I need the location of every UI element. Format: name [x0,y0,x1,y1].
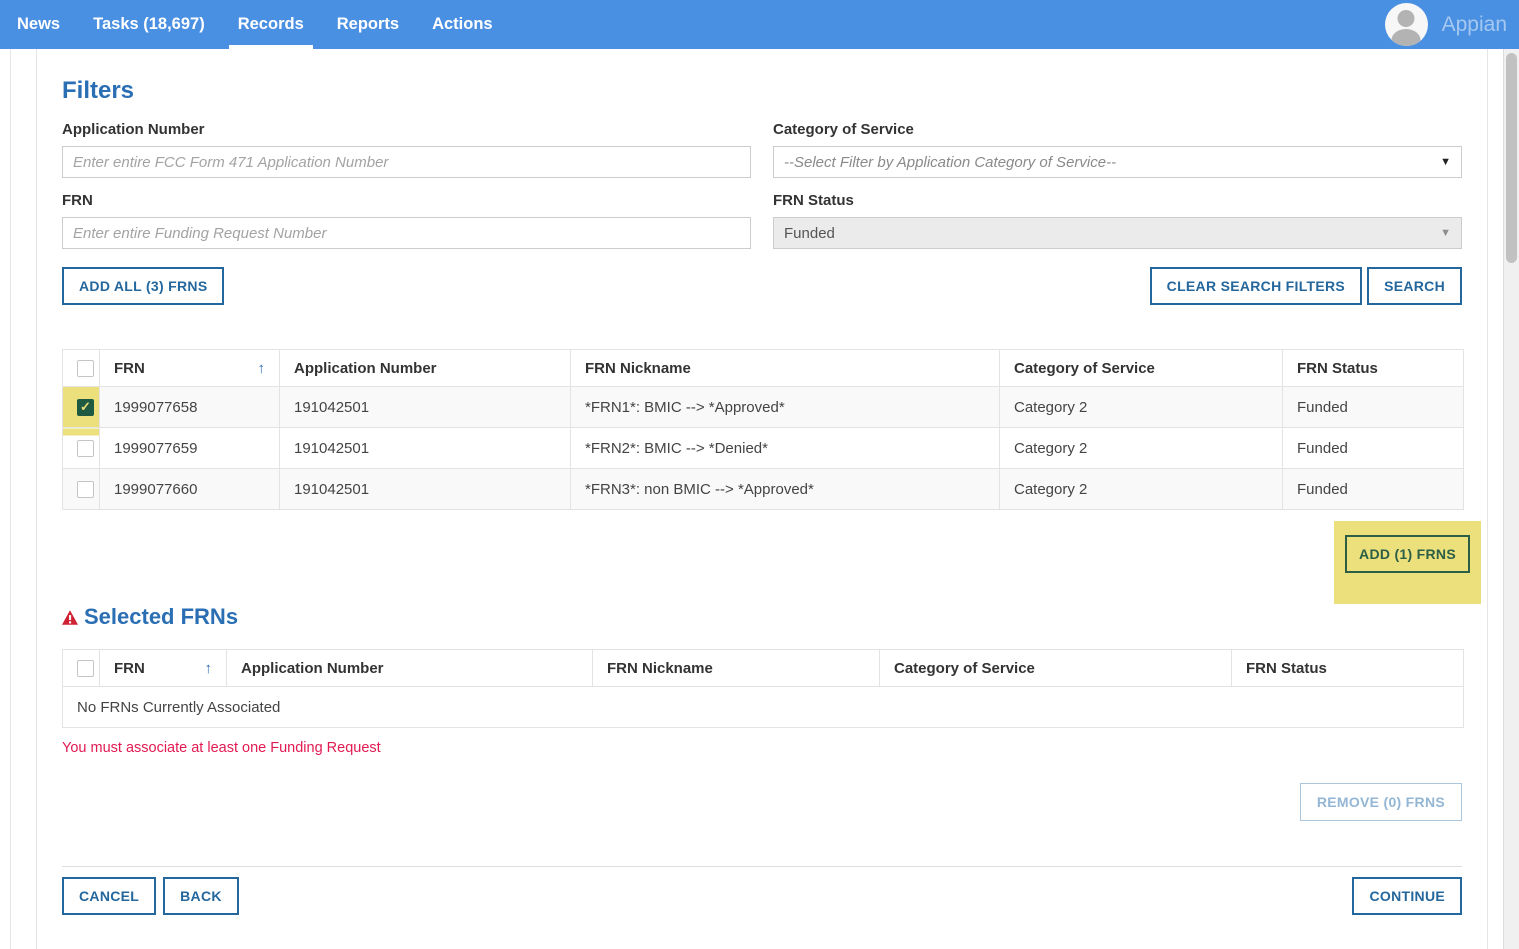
check-icon: ✓ [80,399,91,415]
column-header-frn-nickname[interactable]: FRN Nickname [571,350,1000,387]
continue-button[interactable]: CONTINUE [1352,877,1462,915]
appian-logo: Appian [1442,13,1511,37]
column-header-category-of-service[interactable]: Category of Service [880,650,1232,687]
sort-ascending-icon: ↑ [205,660,213,677]
column-header-frn-nickname[interactable]: FRN Nickname [593,650,880,687]
cell-frn: 1999077659 [100,428,280,469]
user-avatar[interactable] [1385,3,1428,46]
nav-item-reports[interactable]: Reports [337,0,399,49]
category-of-service-label: Category of Service [773,121,1462,138]
chevron-down-icon: ▼ [1440,156,1451,168]
cell-status: Funded [1283,469,1464,510]
results-header-row: FRN ↑ Application Number FRN Nickname Ca… [63,350,1464,387]
cell-category: Category 2 [1000,469,1283,510]
column-header-frn[interactable]: FRN ↑ [100,350,280,387]
validation-message: You must associate at least one Funding … [62,740,1462,756]
active-tab-underline [229,45,313,49]
row-checkbox-checked[interactable]: ✓ [77,399,94,416]
frn-status-label: FRN Status [773,192,1462,209]
select-all-checkbox[interactable] [77,660,94,677]
frn-input[interactable] [62,217,751,249]
avatar-person-icon [1392,29,1421,46]
column-header-frn-status[interactable]: FRN Status [1283,350,1464,387]
add-all-frns-button[interactable]: ADD ALL (3) FRNS [62,267,224,305]
select-all-checkbox[interactable] [77,360,94,377]
column-header-frn[interactable]: FRN ↑ [100,650,227,687]
cell-frn-nickname: *FRN2*: BMIC --> *Denied* [571,428,1000,469]
nav-item-news[interactable]: News [17,0,60,49]
application-number-label: Application Number [62,121,751,138]
column-header-frn-status[interactable]: FRN Status [1232,650,1464,687]
avatar-person-icon [1398,10,1415,27]
column-header-application-number[interactable]: Application Number [280,350,571,387]
search-button[interactable]: SEARCH [1367,267,1462,305]
nav-item-tasks[interactable]: Tasks (18,697) [93,0,205,49]
cell-frn: 1999077658 [100,387,280,428]
cell-frn-nickname: *FRN1*: BMIC --> *Approved* [571,387,1000,428]
selected-header-row: FRN ↑ Application Number FRN Nickname Ca… [63,650,1464,687]
record-frame: Filters Application Number Category of S… [10,49,1519,949]
filters-form: Application Number Category of Service -… [62,121,1462,249]
back-button[interactable]: BACK [163,877,239,915]
row-checkbox[interactable] [77,481,94,498]
scrollbar-thumb[interactable] [1506,53,1517,263]
frn-status-select: Funded ▼ [773,217,1462,249]
table-row: ✓ 1999077658 191042501 *FRN1*: BMIC --> … [63,387,1464,428]
frn-results-table: FRN ↑ Application Number FRN Nickname Ca… [62,349,1464,510]
row-checkbox[interactable] [77,440,94,457]
filters-heading: Filters [62,77,1462,105]
cell-application-number: 191042501 [280,428,571,469]
empty-state-message: No FRNs Currently Associated [63,687,1464,728]
top-nav: News Tasks (18,697) Records Reports Acti… [0,0,1519,49]
cancel-button[interactable]: CANCEL [62,877,156,915]
cell-category: Category 2 [1000,387,1283,428]
nav-item-records[interactable]: Records [238,0,304,49]
empty-row: No FRNs Currently Associated [63,687,1464,728]
nav-item-actions[interactable]: Actions [432,0,493,49]
selected-frns-heading: Selected FRNs [84,604,238,630]
cell-status: Funded [1283,387,1464,428]
table-row: 1999077659 191042501 *FRN2*: BMIC --> *D… [63,428,1464,469]
cell-application-number: 191042501 [280,469,571,510]
cell-category: Category 2 [1000,428,1283,469]
frn-status-value: Funded [784,225,835,242]
sort-ascending-icon: ↑ [258,360,266,377]
application-number-input[interactable] [62,146,751,178]
table-row: 1999077660 191042501 *FRN3*: non BMIC --… [63,469,1464,510]
column-header-category-of-service[interactable]: Category of Service [1000,350,1283,387]
remove-frns-button: REMOVE (0) FRNS [1300,783,1462,821]
clear-search-filters-button[interactable]: CLEAR SEARCH FILTERS [1150,267,1362,305]
divider [62,866,1462,867]
cell-frn-nickname: *FRN3*: non BMIC --> *Approved* [571,469,1000,510]
scrollbar[interactable] [1503,49,1519,949]
cell-frn: 1999077660 [100,469,280,510]
warning-icon [62,610,78,625]
selected-frns-table: FRN ↑ Application Number FRN Nickname Ca… [62,649,1464,728]
category-of-service-select[interactable]: --Select Filter by Application Category … [773,146,1462,178]
chevron-down-icon: ▼ [1440,227,1451,239]
cell-status: Funded [1283,428,1464,469]
content-card: Filters Application Number Category of S… [36,49,1488,949]
category-of-service-value: --Select Filter by Application Category … [784,154,1116,171]
column-header-application-number[interactable]: Application Number [227,650,593,687]
add-frns-button[interactable]: ADD (1) FRNS [1345,535,1470,573]
tutorial-highlight: ADD (1) FRNS [1334,521,1481,604]
frn-label: FRN [62,192,751,209]
cell-application-number: 191042501 [280,387,571,428]
